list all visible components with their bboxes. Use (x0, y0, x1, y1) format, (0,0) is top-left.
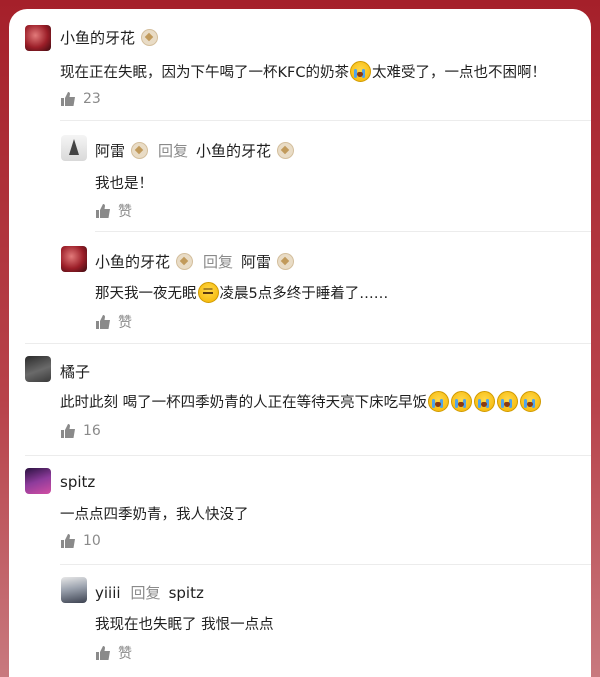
crying-emoji-icon (474, 391, 496, 412)
comment-header: 橘子 (60, 361, 90, 382)
user-avatar[interactable] (61, 246, 87, 272)
username[interactable]: 小鱼的牙花 (95, 251, 170, 272)
username[interactable]: 橘子 (60, 361, 90, 382)
thumbs-up-icon (96, 646, 110, 660)
reply-label: 回复 (203, 253, 234, 271)
reply-text: 那天我一夜无眠 凌晨5点多终于睡着了…… (95, 282, 388, 303)
comment-header: 小鱼的牙花 (60, 27, 159, 48)
comment-text-part: 太难受了，一点也不困啊！ (371, 65, 546, 81)
reply-header: 小鱼的牙花 回复 阿雷 (95, 251, 295, 272)
crying-emoji-icon (349, 61, 371, 82)
comment-text: 此时此刻 喝了一杯四季奶青的人正在等待天亮下床吃早饭 (60, 391, 542, 412)
thumbs-up-icon (96, 204, 110, 218)
divider (95, 231, 591, 232)
reply-label: 回复 (130, 584, 161, 602)
username[interactable]: 阿雷 (95, 140, 125, 161)
thumbs-up-icon (61, 92, 75, 106)
reply-target-username[interactable]: 小鱼的牙花 (196, 140, 271, 161)
reply-text-part: 那天我一夜无眠 (95, 286, 197, 302)
crying-emoji-icon (451, 391, 473, 412)
reply-header: 阿雷 回复 小鱼的牙花 (95, 140, 295, 161)
user-avatar[interactable] (25, 468, 51, 494)
like-count: 23 (83, 91, 101, 107)
like-label: 赞 (118, 315, 132, 331)
divider (25, 455, 591, 456)
divider (60, 564, 591, 565)
user-avatar[interactable] (61, 577, 87, 603)
level-badge-icon (176, 253, 194, 270)
crying-emoji-icon (520, 391, 542, 412)
reply-label: 回复 (158, 142, 189, 160)
comment-text: 现在正在失眠，因为下午喝了一杯KFC的奶茶 太难受了，一点也不困啊！ (60, 61, 546, 82)
crying-emoji-icon (428, 391, 450, 412)
reply-target-username[interactable]: 阿雷 (241, 251, 271, 272)
like-button[interactable]: 23 (60, 91, 101, 107)
like-button[interactable]: 赞 (95, 312, 132, 332)
like-label: 赞 (118, 646, 132, 662)
user-avatar[interactable] (61, 135, 87, 161)
like-count: 10 (83, 533, 101, 549)
crying-emoji-icon (497, 391, 519, 412)
user-avatar[interactable] (25, 25, 51, 51)
reply-text-part: 凌晨5点多终于睡着了…… (219, 286, 389, 302)
comment-text: 一点点四季奶青，我人快没了 (60, 507, 249, 523)
comment-header: spitz (60, 473, 95, 491)
like-button[interactable]: 16 (60, 423, 101, 439)
level-badge-icon (141, 29, 159, 46)
like-button[interactable]: 10 (60, 533, 101, 549)
username[interactable]: yiiii (95, 584, 121, 602)
thumbs-up-icon (61, 534, 75, 548)
like-count: 16 (83, 423, 101, 439)
reply-text: 我也是！ (95, 176, 153, 192)
divider (60, 120, 591, 121)
level-badge-icon (277, 253, 295, 270)
level-badge-icon (131, 142, 149, 159)
divider (25, 343, 591, 344)
comment-text-part: 现在正在失眠，因为下午喝了一杯KFC的奶茶 (60, 65, 349, 81)
reply-target-username[interactable]: spitz (169, 584, 204, 602)
thumbs-up-icon (96, 315, 110, 329)
sleeping-emoji-icon (197, 282, 219, 303)
comment-text-part: 此时此刻 喝了一杯四季奶青的人正在等待天亮下床吃早饭 (60, 395, 428, 411)
thumbs-up-icon (61, 424, 75, 438)
level-badge-icon (277, 142, 295, 159)
user-avatar[interactable] (25, 356, 51, 382)
username[interactable]: 小鱼的牙花 (60, 27, 135, 48)
like-button[interactable]: 赞 (95, 643, 132, 663)
username[interactable]: spitz (60, 473, 95, 491)
like-label: 赞 (118, 204, 132, 220)
reply-header: yiiii 回复 spitz (95, 582, 204, 603)
comment-panel: 小鱼的牙花 现在正在失眠，因为下午喝了一杯KFC的奶茶 太难受了，一点也不困啊！… (9, 9, 591, 677)
reply-text: 我现在也失眠了 我恨一点点 (95, 617, 274, 633)
like-button[interactable]: 赞 (95, 201, 132, 221)
